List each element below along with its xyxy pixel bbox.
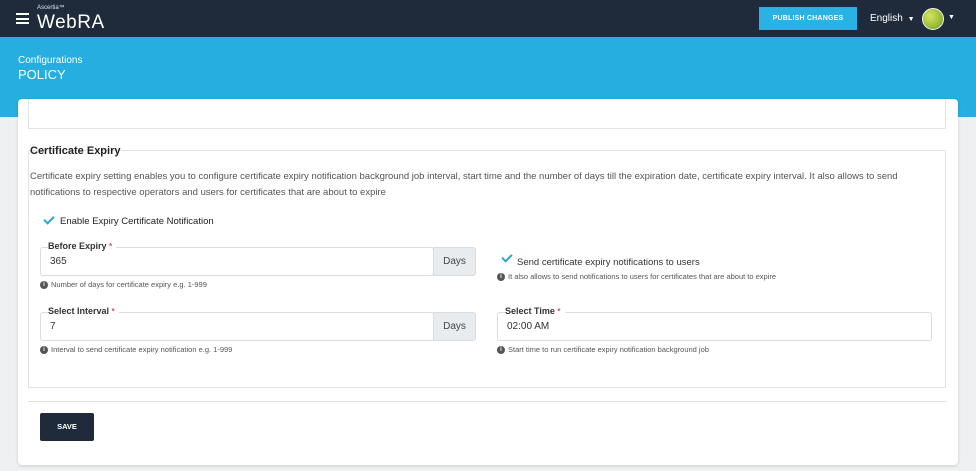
before-expiry-days-addon: Days (433, 247, 476, 276)
select-interval-label: Select Interval * (48, 306, 119, 316)
required-marker: * (109, 242, 113, 251)
select-interval-value: 7 (50, 321, 56, 332)
select-time-label: Select Time * (505, 306, 565, 316)
enable-expiry-notification-checkbox[interactable]: Enable Expiry Certificate Notification (60, 216, 214, 227)
before-expiry-hint-text: Number of days for certificate expiry e.… (51, 280, 207, 289)
select-interval-days-addon: Days (433, 312, 476, 341)
before-expiry-label-text: Before Expiry (48, 241, 107, 251)
send-users-hint-text: It also allows to send notifications to … (508, 272, 777, 281)
policy-card: Certificate Expiry Certificate expiry se… (18, 99, 958, 465)
select-time-value: 02:00 AM (507, 321, 550, 332)
info-icon: i (40, 281, 48, 290)
before-expiry-value: 365 (50, 256, 67, 267)
brand-logo[interactable]: Ascertia™ WebRA (37, 5, 105, 34)
user-avatar[interactable] (922, 8, 944, 30)
footer-divider (28, 401, 946, 402)
info-icon: i (40, 346, 48, 355)
language-label: English (870, 13, 903, 24)
required-marker: * (111, 307, 115, 316)
select-interval-label-text: Select Interval (48, 306, 110, 316)
send-users-hint: i It also allows to send notifications to… (497, 272, 777, 282)
select-interval-hint: i Interval to send certificate expiry not… (40, 345, 233, 355)
language-selector[interactable]: English ▼ (870, 13, 915, 24)
info-icon: i (497, 273, 505, 282)
select-time-hint: i Start time to run certificate expiry no… (497, 345, 709, 355)
brand-vendor: Ascertia™ (37, 5, 65, 11)
info-icon: i (497, 346, 505, 355)
send-users-notification-checkbox[interactable]: Send certificate expiry notifications to… (517, 257, 700, 268)
chevron-down-icon[interactable]: ▼ (948, 14, 955, 21)
select-time-label-text: Select Time (505, 306, 555, 316)
save-button[interactable]: SAVE (40, 413, 94, 441)
publish-changes-button[interactable]: PUBLISH CHANGES (759, 7, 857, 30)
select-time-input[interactable] (497, 312, 932, 341)
before-expiry-label: Before Expiry * (48, 241, 117, 251)
previous-section-panel (28, 99, 946, 129)
select-interval-input[interactable] (40, 312, 434, 341)
before-expiry-input[interactable] (40, 247, 434, 276)
chevron-down-icon: ▼ (907, 16, 915, 23)
top-navbar: Ascertia™ WebRA PUBLISH CHANGES English … (0, 0, 976, 37)
section-description: Certificate expiry setting enables you t… (30, 171, 898, 198)
page-title: POLICY (18, 67, 66, 82)
required-marker: * (557, 307, 561, 316)
select-interval-hint-text: Interval to send certificate expiry noti… (51, 345, 233, 354)
select-time-hint-text: Start time to run certificate expiry not… (508, 345, 709, 354)
breadcrumb[interactable]: Configurations (18, 55, 82, 66)
before-expiry-hint: i Number of days for certificate expiry e… (40, 280, 207, 290)
section-title: Certificate Expiry (30, 145, 121, 157)
brand-name: WebRA (37, 12, 105, 33)
hamburger-menu-icon[interactable] (16, 13, 29, 24)
